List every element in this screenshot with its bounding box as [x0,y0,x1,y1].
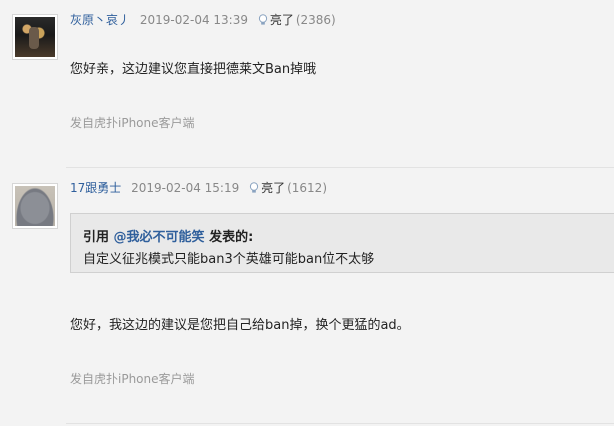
avatar-image [15,186,55,226]
post-time: 2019-02-04 15:19 [131,181,240,195]
post-source: 发自虎扑iPhone客户端 [70,372,195,386]
light-count: (2386) [295,13,336,27]
light-label: 亮了 [261,181,286,195]
user-avatar[interactable] [12,183,58,229]
post-content: 您好亲，这边建议您直接把德莱文Ban掉哦 [70,62,317,77]
quote-header: 引用 @我必不可能笑 发表的: [83,226,253,245]
post-content: 您好，我这边的建议是您把自己给ban掉，换个更猛的ad。 [70,318,410,333]
avatar-image [15,17,55,57]
lightbulb-icon [249,182,259,193]
light-button[interactable]: 亮了 (1612) [249,179,327,197]
user-avatar[interactable] [12,14,58,60]
quote-author-link[interactable]: @我必不可能笑 [114,230,205,245]
username-link[interactable]: 17跟勇士 [70,181,121,195]
quote-suffix: 发表的: [204,230,254,245]
light-label: 亮了 [269,13,294,27]
post-divider [66,423,614,424]
quote-block: 引用 @我必不可能笑 发表的: 自定义征兆模式只能ban3个英雄可能ban位不太… [70,213,614,273]
quote-prefix: 引用 [83,230,114,245]
quote-text: 自定义征兆模式只能ban3个英雄可能ban位不太够 [83,252,375,267]
light-button[interactable]: 亮了 (2386) [258,11,336,29]
light-count: (1612) [287,181,327,195]
username-link[interactable]: 灰原丶哀丿 [70,13,130,27]
post-divider [66,167,614,168]
post-meta: 灰原丶哀丿 2019-02-04 13:39 亮了 (2386) [70,11,336,29]
post-meta: 17跟勇士 2019-02-04 15:19 亮了 (1612) [70,179,327,197]
post-time: 2019-02-04 13:39 [139,13,248,27]
lightbulb-icon [258,14,267,25]
post-source: 发自虎扑iPhone客户端 [70,116,195,130]
